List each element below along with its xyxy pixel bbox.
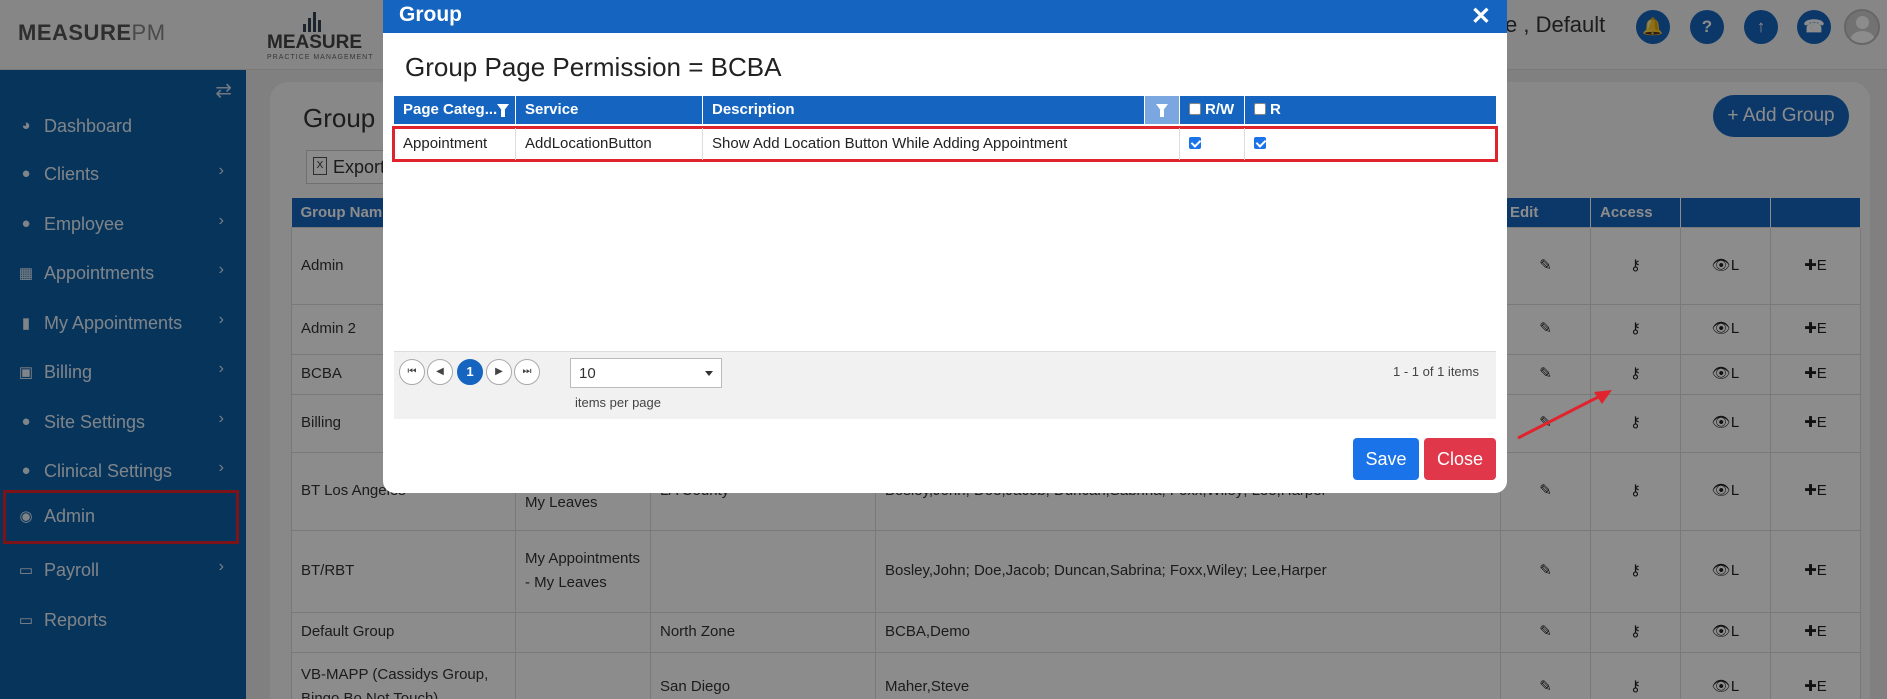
r-checkbox[interactable] <box>1254 137 1266 149</box>
page-number-button[interactable]: 1 <box>457 359 483 385</box>
column-header-label: Service <box>525 101 579 118</box>
grid-header-row: Page Categ... Service Description R/W R <box>394 96 1496 124</box>
permission-heading: Group Page Permission = BCBA <box>405 52 782 82</box>
pager-info: 1 - 1 of 1 items <box>1393 364 1479 379</box>
column-header-service[interactable]: Service <box>516 96 703 124</box>
page-size-select[interactable]: 10 <box>570 358 722 388</box>
select-all-r-checkbox[interactable] <box>1254 103 1266 115</box>
items-per-page-label: items per page <box>575 395 661 410</box>
first-page-icon[interactable]: ⏮ <box>399 359 425 385</box>
select-all-rw-checkbox[interactable] <box>1189 103 1201 115</box>
prev-page-icon[interactable]: ◀ <box>427 359 453 385</box>
modal-header: Group ✕ <box>383 0 1507 33</box>
next-page-icon[interactable]: ▶ <box>486 359 512 385</box>
description-cell: Show Add Location Button While Adding Ap… <box>703 128 1180 160</box>
column-header-label: Page Categ... <box>403 101 498 118</box>
column-header-r: R <box>1245 96 1310 124</box>
rw-checkbox[interactable] <box>1189 137 1201 149</box>
permission-row[interactable]: Appointment AddLocationButton Show Add L… <box>392 126 1498 162</box>
description-filter-button[interactable] <box>1145 96 1180 124</box>
grid-pager: ⏮ ◀ 1 ▶ ⏭ 10 items per page 1 - 1 of 1 i… <box>394 351 1496 419</box>
last-page-icon[interactable]: ⏭ <box>514 359 540 385</box>
column-header-label: Description <box>712 101 795 118</box>
column-header-rw: R/W <box>1180 96 1245 124</box>
modal-title: Group <box>399 3 462 26</box>
column-header-description[interactable]: Description <box>703 96 1145 124</box>
group-modal: Group ✕ Group Page Permission = BCBA Pag… <box>383 0 1507 493</box>
column-header-page-category[interactable]: Page Categ... <box>394 96 516 124</box>
chevron-down-icon <box>705 371 713 376</box>
column-header-label: R/W <box>1205 101 1235 118</box>
annotation-arrow-line <box>1517 392 1605 440</box>
filter-icon <box>1156 104 1168 117</box>
page-size-value: 10 <box>579 365 596 382</box>
close-icon[interactable]: ✕ <box>1471 2 1491 31</box>
filter-icon[interactable] <box>497 104 509 117</box>
close-button[interactable]: Close <box>1424 438 1496 480</box>
save-button[interactable]: Save <box>1353 438 1419 480</box>
column-header-label: R <box>1270 101 1281 118</box>
category-cell: Appointment <box>394 128 516 160</box>
rw-cell <box>1180 128 1245 160</box>
service-cell: AddLocationButton <box>516 128 703 160</box>
annotation-arrow <box>1517 390 1612 440</box>
r-cell <box>1245 128 1310 160</box>
